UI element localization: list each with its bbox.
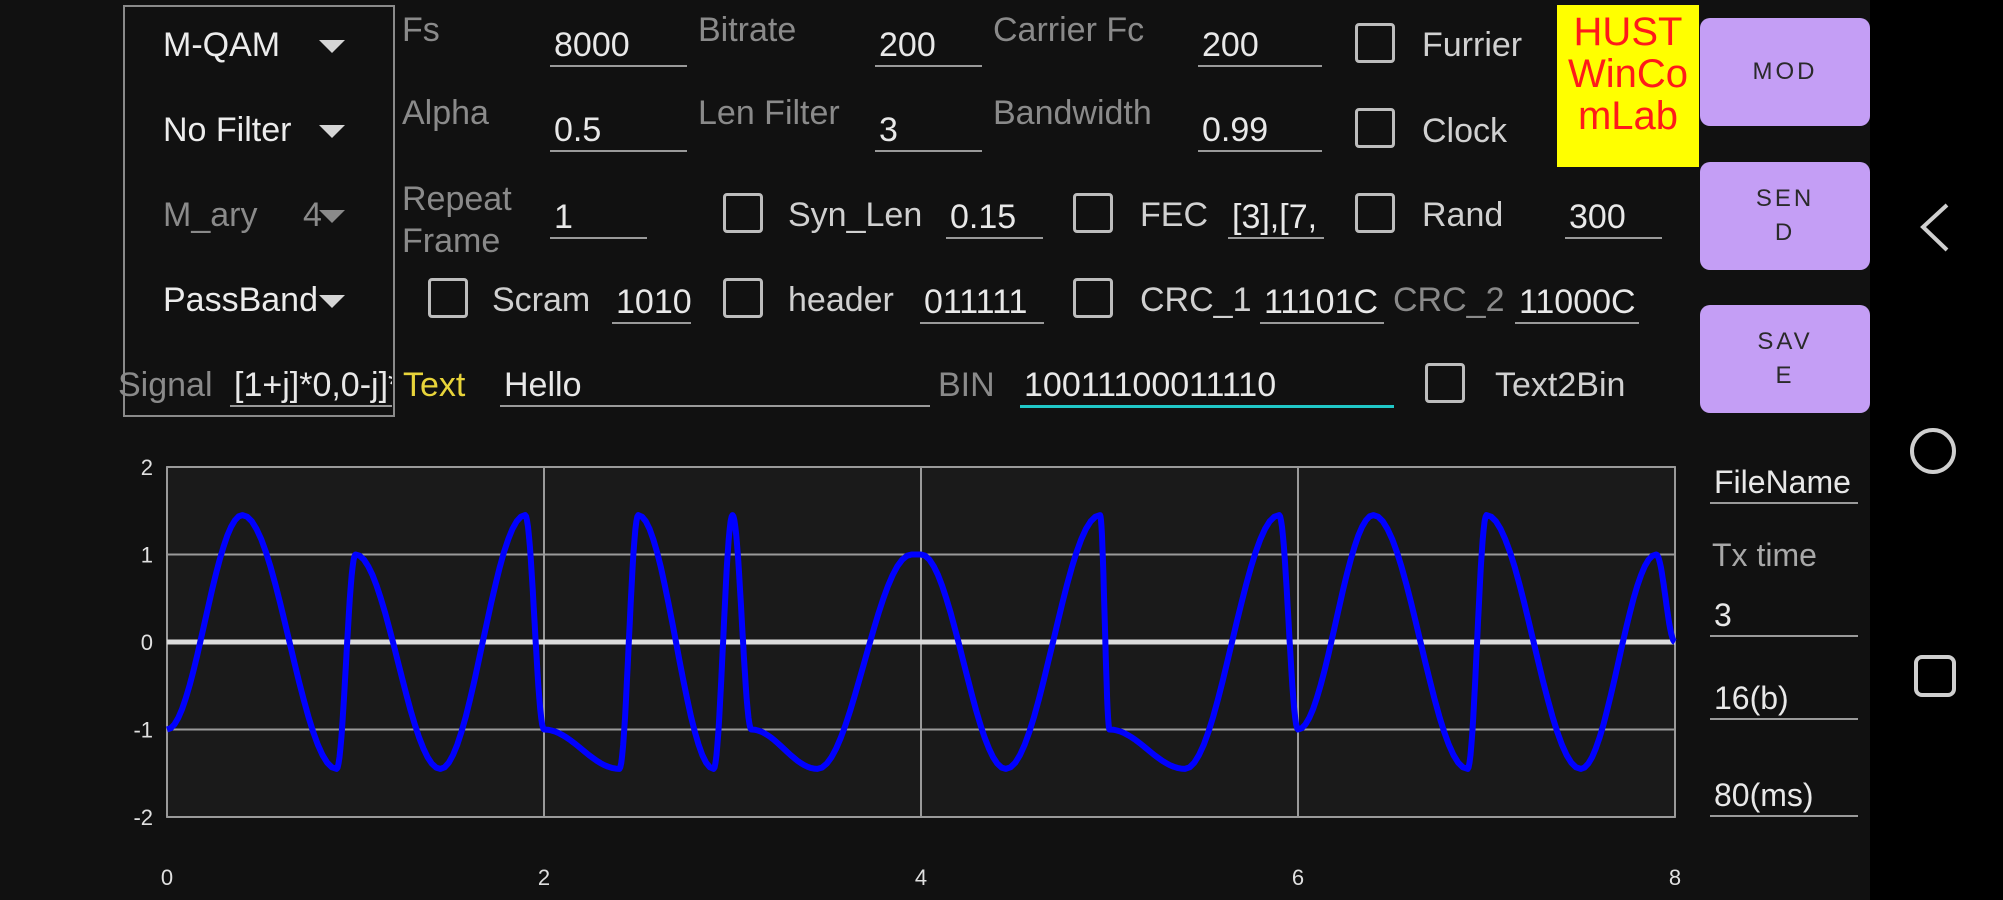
x-tick-label: 2 xyxy=(538,865,550,890)
mod-button-label: MOD xyxy=(1752,58,1818,85)
x-tick-label: 4 xyxy=(915,865,927,890)
repeat-label-line1: Repeat xyxy=(402,180,512,218)
crc2-label: CRC_2 xyxy=(1393,281,1505,319)
hust-logo: HUST WinCo mLab xyxy=(1557,5,1699,167)
signal-chart: 2 1 0 -1 -2 0 2 4 6 8 xyxy=(133,455,1681,890)
crc1-label: CRC_1 xyxy=(1140,281,1252,319)
bitrate-field[interactable]: 200 xyxy=(875,25,982,67)
send-button-label-line1: SEN xyxy=(1755,185,1815,212)
home-icon[interactable] xyxy=(1910,428,1956,474)
repeat-label-line2: Frame xyxy=(402,222,501,260)
alpha-field[interactable]: 0.5 xyxy=(550,110,687,152)
text2bin-checkbox[interactable] xyxy=(1425,363,1465,403)
x-tick-label: 6 xyxy=(1292,865,1304,890)
x-tick-label: 0 xyxy=(161,865,173,890)
save-button-label-line2: E xyxy=(1775,362,1795,389)
chevron-down-icon xyxy=(319,210,345,223)
band-value: PassBand xyxy=(163,281,318,319)
crc2-field[interactable]: 11000C xyxy=(1515,282,1639,324)
bin-label: BIN xyxy=(938,366,995,404)
modulation-value: M-QAM xyxy=(163,26,281,64)
lenfilter-field[interactable]: 3 xyxy=(875,110,982,152)
logo-line3: mLab xyxy=(1577,94,1679,138)
filter-spinner[interactable]: No Filter xyxy=(163,110,363,150)
modulation-spinner[interactable]: M-QAM xyxy=(163,25,363,65)
synlen-checkbox[interactable] xyxy=(723,193,763,233)
txtime-label: Tx time xyxy=(1712,537,1817,573)
text-field[interactable]: Hello xyxy=(500,365,930,407)
signal-label: Signal xyxy=(118,366,213,404)
filter-value: No Filter xyxy=(163,111,292,149)
text-label: Text xyxy=(403,366,466,404)
chevron-down-icon xyxy=(319,295,345,308)
crc1-field[interactable]: 11101C xyxy=(1260,282,1384,324)
fec-label: FEC xyxy=(1140,196,1208,234)
fs-field[interactable]: 8000 xyxy=(550,25,687,67)
synlen-label: Syn_Len xyxy=(788,196,923,234)
txtime-field[interactable]: 3 xyxy=(1710,595,1858,637)
carrier-field[interactable]: 200 xyxy=(1198,25,1322,67)
furrier-checkbox[interactable] xyxy=(1355,23,1395,63)
repeat-label: Repeat Frame xyxy=(402,178,512,262)
bin-field[interactable]: 10011100011110 xyxy=(1020,365,1394,408)
chevron-down-icon xyxy=(319,40,345,53)
carrier-label: Carrier Fc xyxy=(993,11,1145,49)
back-icon[interactable] xyxy=(1915,200,1955,255)
fec-checkbox[interactable] xyxy=(1073,193,1113,233)
bits-value: 16(b) xyxy=(1710,678,1858,720)
clock-label: Clock xyxy=(1422,112,1508,150)
y-tick-label: 0 xyxy=(141,630,153,655)
scram-label: Scram xyxy=(492,281,591,319)
recents-icon[interactable] xyxy=(1914,655,1956,697)
alpha-label: Alpha xyxy=(402,94,489,132)
furrier-label: Furrier xyxy=(1422,26,1523,64)
scram-field[interactable]: 1010 xyxy=(612,282,691,324)
rand-field[interactable]: 300 xyxy=(1565,197,1662,239)
text2bin-label: Text2Bin xyxy=(1495,366,1626,404)
lenfilter-label: Len Filter xyxy=(698,94,840,132)
rand-label: Rand xyxy=(1422,196,1504,234)
y-axis-ticks: 2 1 0 -1 -2 xyxy=(133,455,153,830)
save-button[interactable]: SAV E xyxy=(1700,305,1870,413)
y-tick-label: -1 xyxy=(133,718,153,743)
y-tick-label: -2 xyxy=(133,805,153,830)
band-spinner[interactable]: PassBand xyxy=(163,280,363,320)
send-button-label-line2: D xyxy=(1774,219,1796,246)
x-axis-ticks: 0 2 4 6 8 xyxy=(161,865,1681,890)
bitrate-label: Bitrate xyxy=(698,11,797,49)
filename-field[interactable]: FileName xyxy=(1710,462,1858,504)
bandwidth-field[interactable]: 0.99 xyxy=(1198,110,1322,152)
y-tick-label: 2 xyxy=(141,455,153,480)
bandwidth-label: Bandwidth xyxy=(993,94,1152,132)
crc1-checkbox[interactable] xyxy=(1073,278,1113,318)
logo-line1: HUST xyxy=(1573,10,1683,54)
signal-field[interactable]: [1+j]*0,0-j]* xyxy=(230,365,392,407)
fec-field[interactable]: [3],[7, xyxy=(1228,197,1324,239)
scram-checkbox[interactable] xyxy=(428,278,468,318)
rand-checkbox[interactable] xyxy=(1355,193,1395,233)
mary-label: M_ary xyxy=(163,196,258,234)
mary-spinner[interactable]: M_ary 4 xyxy=(163,195,363,235)
save-button-label-line1: SAV xyxy=(1757,328,1813,355)
header-checkbox[interactable] xyxy=(723,278,763,318)
mod-button[interactable]: MOD xyxy=(1700,18,1870,126)
header-field[interactable]: 011111 xyxy=(920,282,1044,324)
synlen-field[interactable]: 0.15 xyxy=(946,197,1043,239)
repeat-field[interactable]: 1 xyxy=(550,197,647,239)
x-tick-label: 8 xyxy=(1669,865,1681,890)
logo-line2: WinCo xyxy=(1567,52,1689,96)
y-tick-label: 1 xyxy=(141,543,153,568)
duration-value: 80(ms) xyxy=(1710,775,1858,817)
fs-label: Fs xyxy=(402,11,440,49)
chevron-down-icon xyxy=(319,125,345,138)
header-label: header xyxy=(788,281,894,319)
clock-checkbox[interactable] xyxy=(1355,108,1395,148)
send-button[interactable]: SEN D xyxy=(1700,162,1870,270)
